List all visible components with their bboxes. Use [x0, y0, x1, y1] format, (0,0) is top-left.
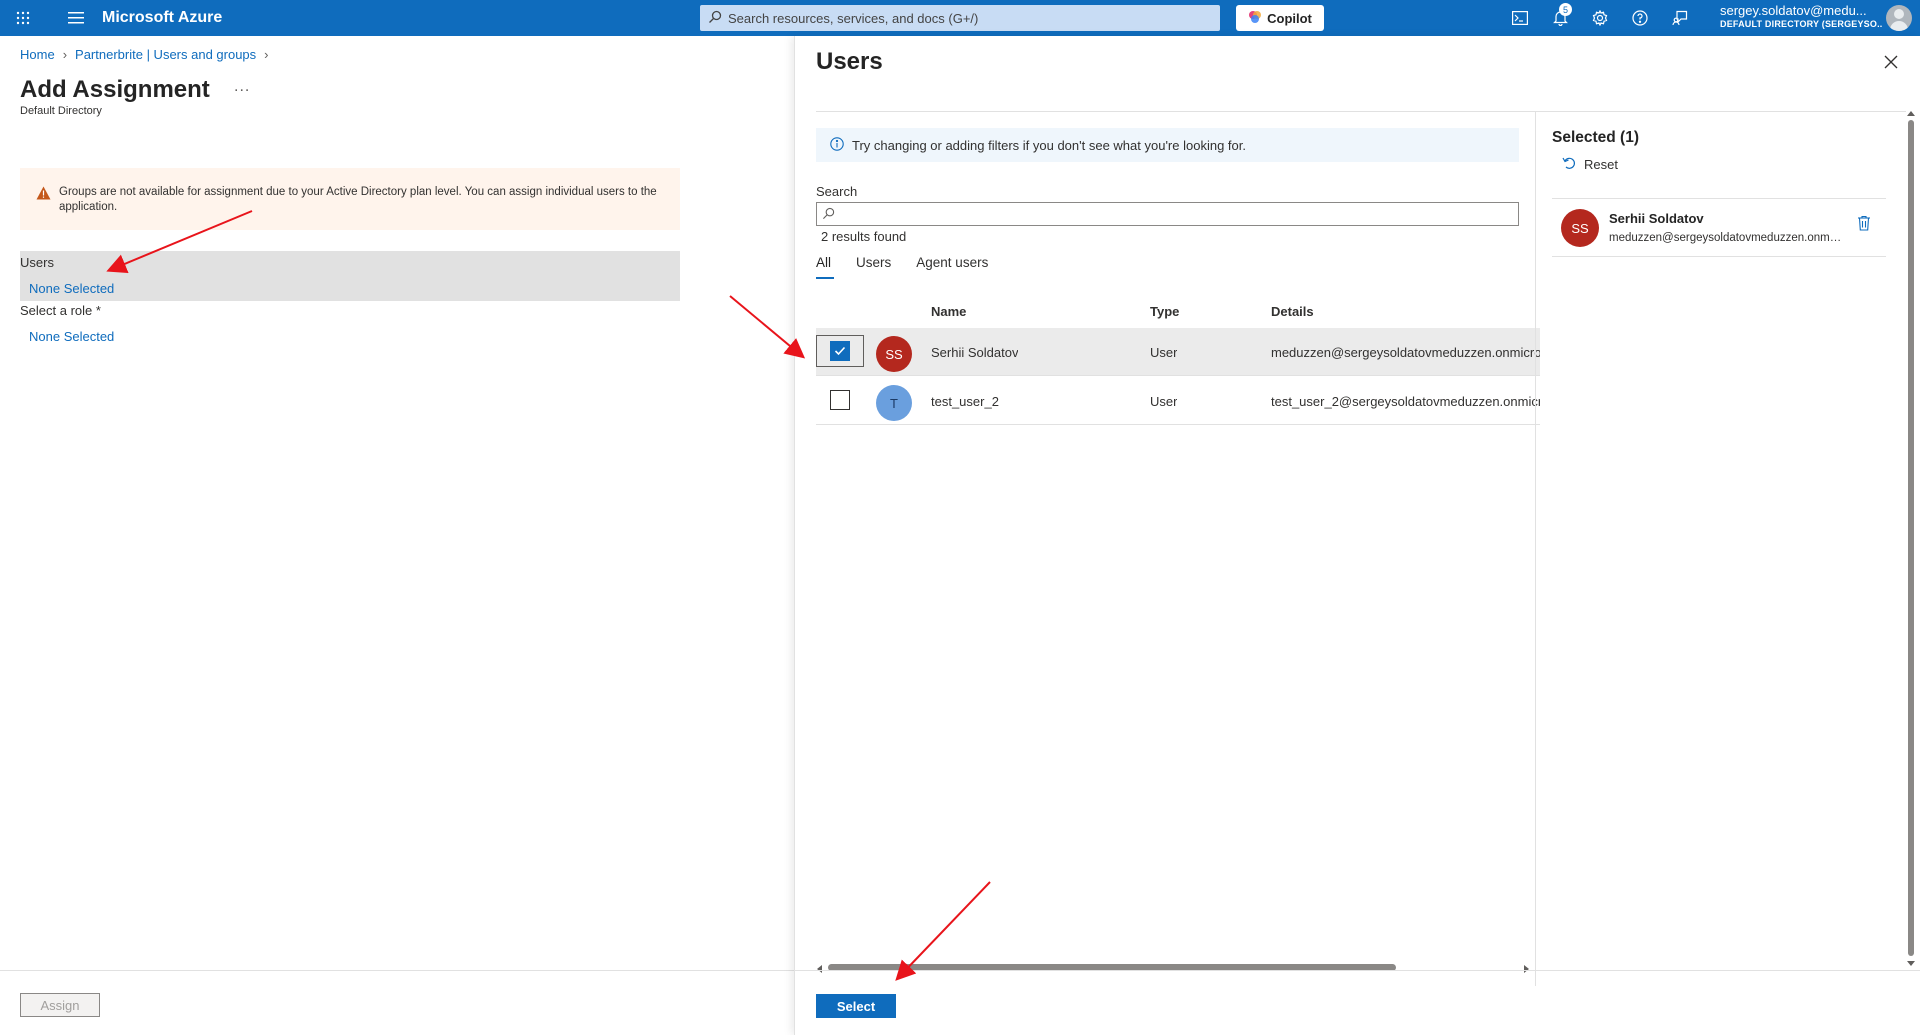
undo-icon: [1562, 156, 1576, 173]
global-search-placeholder: Search resources, services, and docs (G+…: [728, 10, 979, 26]
avatar: SS: [1561, 209, 1599, 247]
selected-title: Selected (1): [1552, 129, 1640, 146]
warning-icon: [36, 186, 51, 205]
notifications-icon[interactable]: 5: [1542, 0, 1578, 36]
info-text: Try changing or adding filters if you do…: [852, 137, 1246, 153]
settings-gear-icon[interactable]: [1582, 0, 1618, 36]
copilot-icon: [1248, 10, 1262, 27]
row-name: Serhii Soldatov: [931, 345, 1019, 360]
users-field[interactable]: Users None Selected: [20, 251, 680, 301]
info-banner: Try changing or adding filters if you do…: [816, 128, 1519, 162]
row-checkbox-wrapper[interactable]: [816, 384, 864, 416]
search-icon: [822, 207, 835, 223]
panel-title: Users: [816, 48, 883, 75]
vertical-scrollbar[interactable]: [1905, 106, 1917, 970]
close-icon[interactable]: [1879, 50, 1903, 74]
page-title: Add Assignment: [20, 76, 210, 103]
filter-tabs: All Users Agent users: [816, 255, 1013, 279]
table-row[interactable]: SS Serhii Soldatov User meduzzen@sergeys…: [816, 328, 1540, 376]
users-label: Users: [20, 255, 54, 270]
table-row[interactable]: T test_user_2 User test_user_2@sergeysol…: [816, 377, 1540, 425]
tab-agent-users[interactable]: Agent users: [916, 255, 988, 279]
users-none-selected-link[interactable]: None Selected: [29, 281, 114, 296]
annotation-arrow-checkbox: [729, 295, 806, 359]
left-footer: Assign: [0, 970, 794, 1035]
notification-badge: 5: [1559, 3, 1572, 16]
reset-label: Reset: [1584, 157, 1618, 172]
column-header-type[interactable]: Type: [1150, 304, 1179, 319]
selected-column-divider: [1535, 112, 1536, 986]
breadcrumb: Home › Partnerbrite | Users and groups ›: [20, 47, 269, 62]
row-details: test_user_2@sergeysoldatovmeduzzen.onmic…: [1271, 394, 1540, 409]
account-directory: DEFAULT DIRECTORY (SERGEYSO...: [1720, 18, 1882, 29]
vertical-scroll-thumb[interactable]: [1908, 120, 1914, 956]
column-header-name[interactable]: Name: [931, 304, 966, 319]
breadcrumb-home[interactable]: Home: [20, 47, 55, 62]
search-label: Search: [816, 184, 858, 199]
column-header-details[interactable]: Details: [1271, 304, 1314, 319]
feedback-icon[interactable]: [1662, 0, 1698, 36]
user-search-input[interactable]: [816, 202, 1519, 226]
row-name: test_user_2: [931, 394, 999, 409]
select-role-label: Select a role *: [20, 303, 101, 318]
reset-button[interactable]: Reset: [1562, 156, 1618, 173]
cloud-shell-icon[interactable]: [1502, 0, 1538, 36]
hamburger-menu-icon[interactable]: [58, 0, 94, 36]
tab-all[interactable]: All: [816, 255, 835, 279]
copilot-button[interactable]: Copilot: [1236, 5, 1324, 31]
chevron-right-icon: ›: [62, 47, 68, 62]
row-checkbox-wrapper[interactable]: [816, 335, 864, 367]
selected-item-name: Serhii Soldatov: [1609, 211, 1704, 226]
users-panel: Users Try changing or adding filters if …: [794, 36, 1920, 1035]
chevron-right-icon: ›: [264, 47, 269, 62]
row-type: User: [1150, 345, 1178, 360]
copilot-label: Copilot: [1267, 10, 1312, 26]
tab-users[interactable]: Users: [856, 255, 891, 279]
scroll-down-icon[interactable]: [1906, 955, 1916, 970]
selected-item-email: meduzzen@sergeysoldatovmeduzzen.onmicros…: [1609, 232, 1843, 244]
row-type: User: [1150, 394, 1178, 409]
avatar: SS: [876, 336, 912, 372]
app-launcher-icon[interactable]: [5, 0, 41, 36]
breadcrumb-app[interactable]: Partnerbrite | Users and groups: [75, 47, 256, 62]
row-checkbox[interactable]: [830, 341, 850, 361]
page-subtitle: Default Directory: [20, 105, 102, 117]
account-avatar[interactable]: [1886, 5, 1912, 31]
account-info[interactable]: sergey.soldatov@medu... DEFAULT DIRECTOR…: [1720, 3, 1882, 29]
warning-banner: Groups are not available for assignment …: [20, 168, 680, 230]
global-search-input[interactable]: Search resources, services, and docs (G+…: [700, 5, 1220, 31]
search-icon: [708, 10, 722, 27]
assign-button[interactable]: Assign: [20, 993, 100, 1017]
panel-footer: Select: [795, 970, 1920, 1035]
row-checkbox[interactable]: [830, 390, 850, 410]
help-icon[interactable]: [1622, 0, 1658, 36]
avatar: T: [876, 385, 912, 421]
header-divider: [816, 111, 1906, 112]
warning-text: Groups are not available for assignment …: [59, 186, 657, 213]
brand-title[interactable]: Microsoft Azure: [102, 9, 222, 27]
select-button[interactable]: Select: [816, 994, 896, 1018]
role-none-selected-link[interactable]: None Selected: [29, 329, 114, 344]
delete-icon[interactable]: [1857, 215, 1871, 234]
scroll-up-icon[interactable]: [1906, 106, 1916, 121]
more-options-button[interactable]: ...: [234, 78, 250, 96]
row-details: meduzzen@sergeysoldatovmeduzzen.onmicros…: [1271, 345, 1540, 360]
selected-item: SS Serhii Soldatov meduzzen@sergeysoldat…: [1552, 199, 1886, 257]
checkmark-icon: [834, 346, 846, 356]
results-count: 2 results found: [821, 229, 907, 244]
account-name: sergey.soldatov@medu...: [1720, 3, 1867, 18]
info-icon: [830, 136, 844, 154]
